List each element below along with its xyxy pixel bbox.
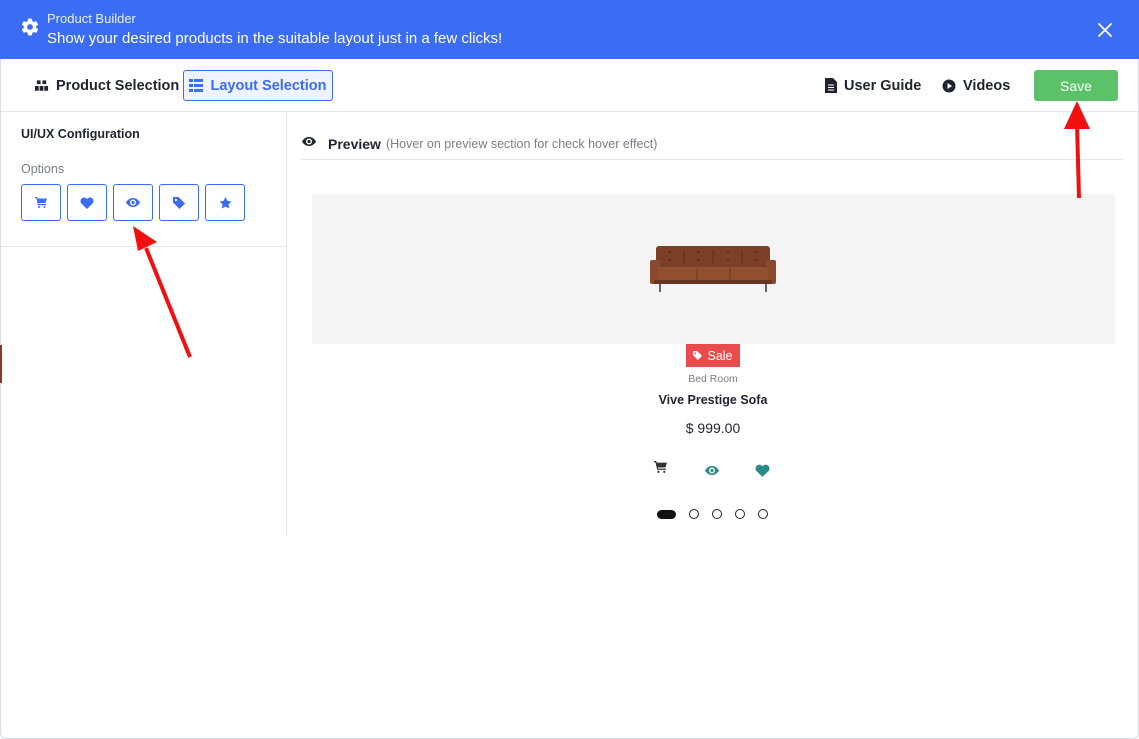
option-wishlist-button[interactable] — [67, 184, 107, 221]
preview-title: Preview — [328, 136, 381, 152]
product-price: $ 999.00 — [685, 420, 741, 436]
product-category: Bed Room — [688, 373, 738, 385]
slider-pagination — [657, 508, 781, 520]
layout-selection-label: Layout Selection — [210, 77, 327, 94]
user-guide-link[interactable]: User Guide — [825, 70, 921, 101]
slider-dot[interactable] — [735, 509, 745, 519]
option-sale-tag-button[interactable] — [159, 184, 199, 221]
config-title: UI/UX Configuration — [21, 127, 140, 141]
product-name[interactable]: Vive Prestige Sofa — [562, 393, 864, 407]
app-name: Product Builder — [47, 11, 136, 26]
eye-icon — [302, 137, 316, 146]
slider-dot[interactable] — [657, 509, 676, 519]
gear-icon — [21, 18, 39, 36]
option-rating-button[interactable] — [205, 184, 245, 221]
slider-dot[interactable] — [689, 509, 699, 519]
option-cart-button[interactable] — [21, 184, 61, 221]
header-subtitle: Show your desired products in the suitab… — [47, 30, 503, 47]
document-icon — [825, 78, 837, 93]
eye-icon[interactable] — [705, 466, 719, 475]
options-label: Options — [21, 162, 65, 176]
save-button[interactable]: Save — [1034, 70, 1118, 101]
close-icon[interactable] — [1097, 22, 1113, 38]
tag-icon — [693, 351, 703, 360]
cart-icon[interactable] — [654, 461, 667, 473]
layout-selection-tab[interactable]: Layout Selection — [183, 70, 333, 101]
product-selection-tab[interactable]: Product Selection — [34, 70, 179, 101]
product-image[interactable] — [312, 194, 1115, 344]
eye-icon — [126, 198, 140, 207]
tag-icon — [173, 196, 185, 209]
app-header: Product Builder Show your desired produc… — [0, 0, 1139, 59]
preview-header: Preview (Hover on preview section for ch… — [301, 132, 1124, 160]
videos-label: Videos — [963, 77, 1011, 94]
product-selection-label: Product Selection — [56, 77, 180, 94]
play-icon — [942, 79, 956, 92]
user-guide-label: User Guide — [844, 77, 922, 94]
videos-link[interactable]: Videos — [942, 70, 1010, 101]
table-icon — [189, 79, 204, 92]
config-panel: UI/UX Configuration Options — [1, 112, 287, 536]
sale-badge: Sale — [686, 344, 740, 367]
heart-icon — [80, 197, 94, 209]
star-icon — [219, 196, 231, 208]
preview-hint: (Hover on preview section for check hove… — [385, 137, 658, 151]
heart-icon[interactable] — [755, 464, 770, 477]
slider-dot[interactable] — [758, 509, 768, 519]
box-icon — [34, 79, 49, 91]
sale-badge-label: Sale — [707, 348, 733, 363]
sofa-image — [650, 246, 776, 292]
option-quickview-button[interactable] — [113, 184, 153, 221]
slider-dot[interactable] — [712, 509, 722, 519]
cart-icon — [35, 197, 47, 208]
toolbar: Product Selection Layout Selection User … — [1, 59, 1138, 112]
config-section: UI/UX Configuration Options — [1, 112, 286, 247]
